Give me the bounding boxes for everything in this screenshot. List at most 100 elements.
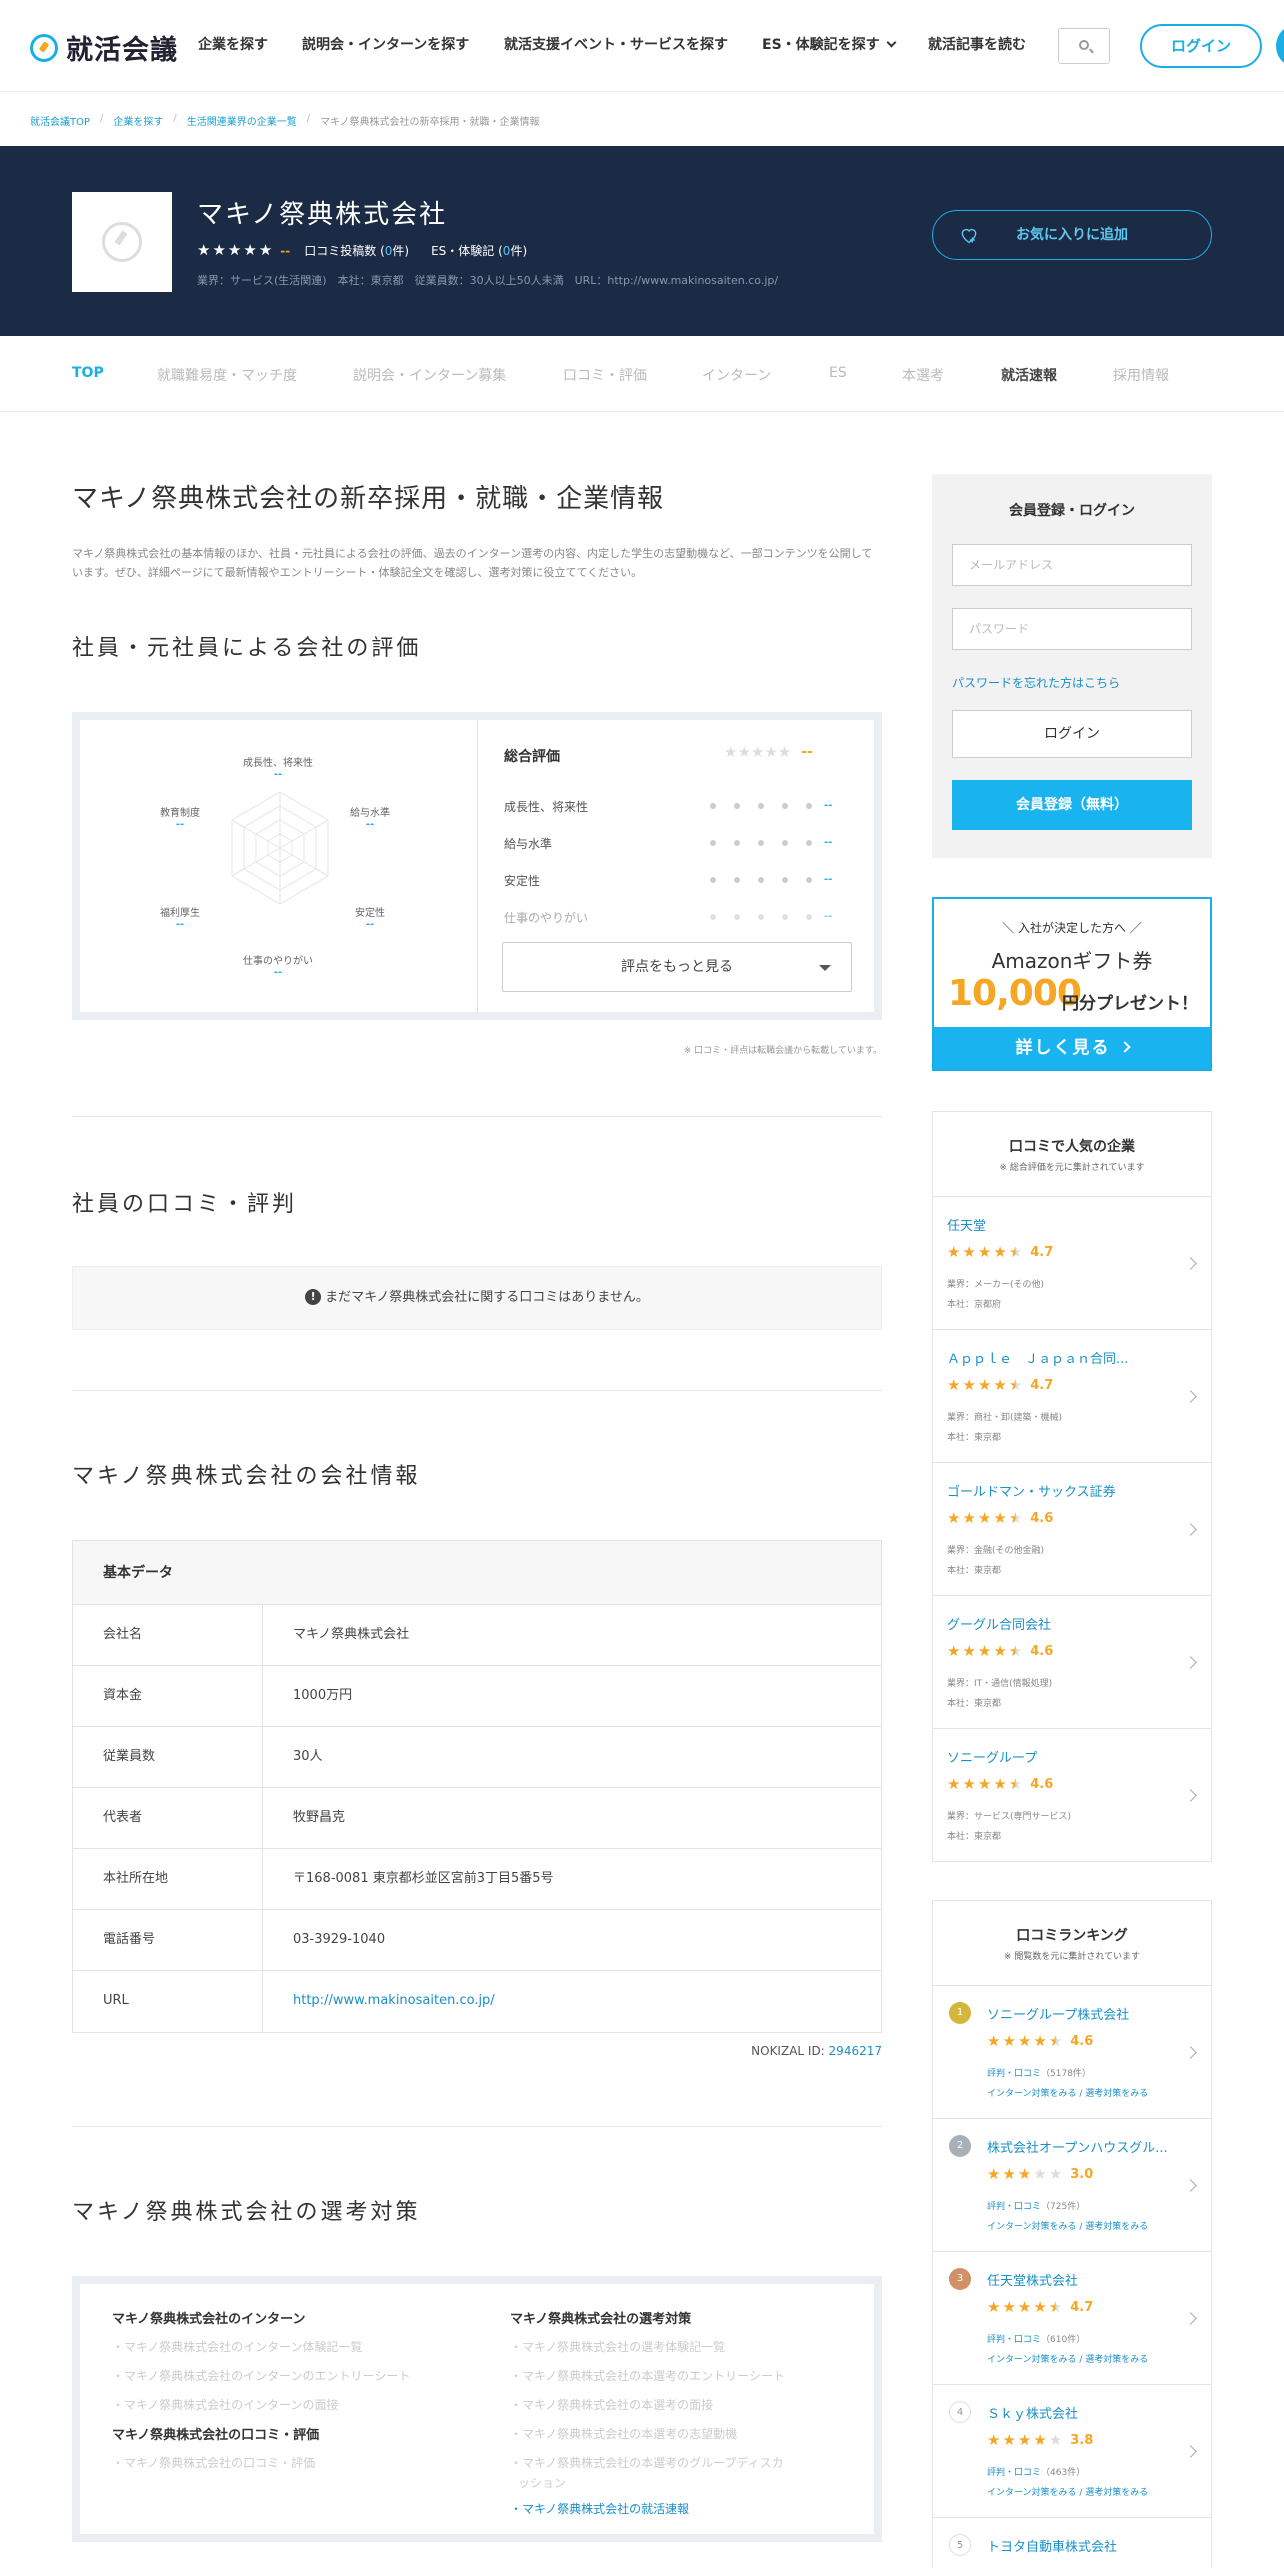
company-link[interactable]: ソニーグループ (947, 1747, 1177, 1766)
ranking-item[interactable]: 2 株式会社オープンハウスグル... ★ ★ ★ ★ ★ 3.0 評判・口コミ（725件） インタ… (933, 2118, 1211, 2251)
company-rating: 4.6 (1030, 1511, 1054, 1526)
amazon-gift-promo[interactable]: ＼ 入社が決定した方へ ／ Amazonギフト券 10,000 円分プレゼント！… (932, 897, 1212, 1071)
reviews-link[interactable]: 評判・口コミ (987, 2069, 1041, 2079)
reviews-count[interactable]: 0 (385, 244, 393, 258)
criterion-value: -- (824, 874, 833, 885)
company-hq: 本社：東京都 (947, 1832, 1002, 1842)
company-link[interactable]: 任天堂 (947, 1215, 1177, 1234)
rating-stars: ★ ★ ★ ★ ★ (947, 1509, 1023, 1527)
login-button[interactable]: ログイン (1140, 24, 1262, 68)
popular-company-item[interactable]: グーグル合同会社 ★ ★ ★ ★ ★ 4.6 業界：IT・通信(情報処理) 本社：東京都 (933, 1595, 1211, 1728)
password-field[interactable]: パスワード (952, 608, 1192, 650)
chevron-right-icon (1118, 1041, 1131, 1053)
company-link[interactable]: Ｓｋｙ株式会社 (987, 2403, 1177, 2422)
tab-news[interactable]: 就活速報 (1001, 365, 1057, 385)
promo-amount: 10,000 (948, 973, 1082, 1014)
ranking-item[interactable]: 1 ソニーグループ株式会社 ★ ★ ★ ★ ★ 4.6 評判・口コミ（5178件） インターン対策… (933, 1985, 1211, 2118)
selection-link-cont[interactable]: ッション (518, 2474, 566, 2491)
company-link[interactable]: Ａｐｐｌｅ Ｊａｐａｎ合同... (947, 1348, 1177, 1367)
ranking-item[interactable]: 3 任天堂株式会社 ★ ★ ★ ★ ★ 4.7 評判・口コミ（610件） インターン対策をみる /… (933, 2251, 1211, 2384)
add-favorite-button[interactable]: お気に入りに追加 (932, 210, 1212, 260)
company-link[interactable]: トヨタ自動車株式会社 (987, 2536, 1177, 2555)
more-ratings-button[interactable]: 評点をもっと見る (502, 942, 852, 992)
tab-seminars[interactable]: 説明会・インターン募集 (353, 365, 506, 385)
intern-selection-links[interactable]: インターン対策をみる / 選考対策をみる (987, 2086, 1148, 2099)
criterion-label: 仕事のやりがい (504, 911, 589, 925)
sidebar-login-button[interactable]: ログイン (952, 710, 1192, 758)
nav-events[interactable]: 就活支援イベント・サービスを探す (504, 34, 728, 54)
selection-link[interactable]: ・マキノ祭典株式会社の本選考の面接 (510, 2396, 713, 2413)
breadcrumb-companies[interactable]: 企業を探す (113, 113, 163, 128)
search-icon (1079, 40, 1089, 50)
company-link[interactable]: 株式会社オープンハウスグル... (987, 2137, 1177, 2156)
rating-stars: ★ ★ ★ ★ ★ (987, 2165, 1063, 2183)
tab-es[interactable]: ES (829, 365, 847, 381)
es-count[interactable]: 0 (503, 244, 511, 258)
breadcrumb-industry[interactable]: 生活関連業界の企業一覧 (187, 113, 297, 128)
tab-intern[interactable]: インターン (702, 365, 771, 385)
row-key: 資本金 (73, 1666, 263, 1726)
company-url-link[interactable]: http://www.makinosaiten.co.jp/ (263, 1971, 495, 2032)
company-link[interactable]: ゴールドマン・サックス証券 (947, 1481, 1177, 1500)
review-link[interactable]: ・マキノ祭典株式会社の口コミ・評価 (112, 2454, 315, 2471)
row-key: URL (73, 1971, 263, 2032)
intern-selection-links[interactable]: インターン対策をみる / 選考対策をみる (987, 2485, 1148, 2498)
table-row: 本社所在地 〒168-0081 東京都杉並区宮前3丁目5番5号 (73, 1849, 881, 1910)
intern-link[interactable]: ・マキノ祭典株式会社のインターン体験記一覧 (112, 2338, 363, 2355)
tab-top[interactable]: TOP (72, 365, 104, 381)
breadcrumb-top[interactable]: 就活会議TOP (30, 113, 90, 128)
selection-link[interactable]: ・マキノ祭典株式会社の本選考のグループディスカ (510, 2454, 784, 2471)
intern-link[interactable]: ・マキノ祭典株式会社のインターンの面接 (112, 2396, 339, 2413)
company-link[interactable]: 任天堂株式会社 (987, 2270, 1177, 2289)
radar-label-welfare: 福利厚生 -- (140, 904, 220, 931)
reviews-link[interactable]: 評判・口コミ (987, 2202, 1041, 2212)
popular-company-item[interactable]: 任天堂 ★ ★ ★ ★ ★ 4.7 業界：メーカー(その他) 本社：京都府 (933, 1196, 1211, 1329)
search-button[interactable] (1058, 28, 1110, 64)
tab-reviews[interactable]: 口コミ・評価 (563, 365, 647, 385)
company-link[interactable]: ソニーグループ株式会社 (987, 2004, 1177, 2023)
nav-es[interactable]: ES・体験記を探す (762, 34, 897, 54)
criterion-value: -- (824, 800, 833, 811)
nav-seminars[interactable]: 説明会・インターンを探す (302, 34, 469, 54)
popular-company-item[interactable]: Ａｐｐｌｅ Ｊａｐａｎ合同... ★ ★ ★ ★ ★ 4.7 業界：商社・卸(建築・機械) 本社… (933, 1329, 1211, 1462)
review-ranking-panel: 口コミランキング ※ 閲覧数を元に集計されています 1 ソニーグループ株式会社 ★ ★… (932, 1900, 1212, 2568)
company-link[interactable]: グーグル合同会社 (947, 1614, 1177, 1633)
intern-link[interactable]: ・マキノ祭典株式会社のインターンのエントリーシート (112, 2367, 410, 2384)
radar-label-text: 仕事のやりがい (243, 956, 313, 967)
selection-link[interactable]: ・マキノ祭典株式会社の本選考のエントリーシート (510, 2367, 785, 2384)
tab-selection[interactable]: 本選考 (902, 365, 944, 385)
nav-companies[interactable]: 企業を探す (198, 34, 268, 54)
register-free-button[interactable]: 会員登録（無料） (952, 780, 1192, 830)
popular-company-item[interactable]: ソニーグループ ★ ★ ★ ★ ★ 4.6 業界：サービス(専門サービス) 本社：東京都 (933, 1728, 1211, 1861)
table-row: 従業員数 30人 (73, 1727, 881, 1788)
radar-label-text: 安定性 (355, 908, 385, 919)
selection-link[interactable]: ・マキノ祭典株式会社の本選考の志望動機 (510, 2425, 737, 2442)
intern-selection-links[interactable]: インターン対策をみる / 選考対策をみる (987, 2352, 1148, 2365)
popular-company-item[interactable]: ゴールドマン・サックス証券 ★ ★ ★ ★ ★ 4.6 業界：金融(その他金融) 本社：東京都 (933, 1462, 1211, 1595)
reviews-link[interactable]: 評判・口コミ (987, 2468, 1041, 2478)
caret-down-icon (819, 965, 831, 971)
reviews-link[interactable]: 評判・口コミ (987, 2335, 1041, 2345)
rank-badge: 4 (949, 2401, 971, 2423)
logo-text: 就活会議 (66, 35, 178, 66)
register-button[interactable] (1276, 24, 1284, 68)
promo-details-button[interactable]: 詳しく見る (934, 1027, 1210, 1069)
tab-difficulty[interactable]: 就職難易度・マッチ度 (157, 365, 297, 385)
radar-chart: 成長性、将来性 -- 給与水準 -- 安定性 -- 仕事のやりがい -- 福利厚生 -- … (80, 720, 478, 1012)
row-key: 代表者 (73, 1788, 263, 1848)
selection-link[interactable]: ・マキノ祭典株式会社の選考体験記一覧 (510, 2338, 725, 2355)
job-news-link[interactable]: ・マキノ祭典株式会社の就活速報 (510, 2500, 689, 2517)
reviews-label: 口コミ投稿数 (304, 244, 377, 258)
tab-recruit[interactable]: 採用情報 (1113, 365, 1169, 385)
site-logo[interactable]: 就活会議 (30, 28, 178, 67)
rating-stars: ★ ★ ★ ★ ★ (987, 2032, 1063, 2050)
email-field[interactable]: メールアドレス (952, 544, 1192, 586)
ranking-item[interactable]: 5 トヨタ自動車株式会社 (933, 2517, 1211, 2568)
nav-articles[interactable]: 就活記事を読む (928, 34, 1026, 54)
section-divider (72, 1116, 882, 1117)
company-hq: 本社：京都府 (947, 1300, 1002, 1310)
ranking-item[interactable]: 4 Ｓｋｙ株式会社 ★ ★ ★ ★ ★ 3.8 評判・口コミ（463件） インターン対策をみる /… (933, 2384, 1211, 2517)
nokizal-id-link[interactable]: 2946217 (829, 2044, 882, 2058)
intern-selection-links[interactable]: インターン対策をみる / 選考対策をみる (987, 2219, 1148, 2232)
forgot-password-link[interactable]: パスワードを忘れた方はこちら (952, 674, 1120, 691)
